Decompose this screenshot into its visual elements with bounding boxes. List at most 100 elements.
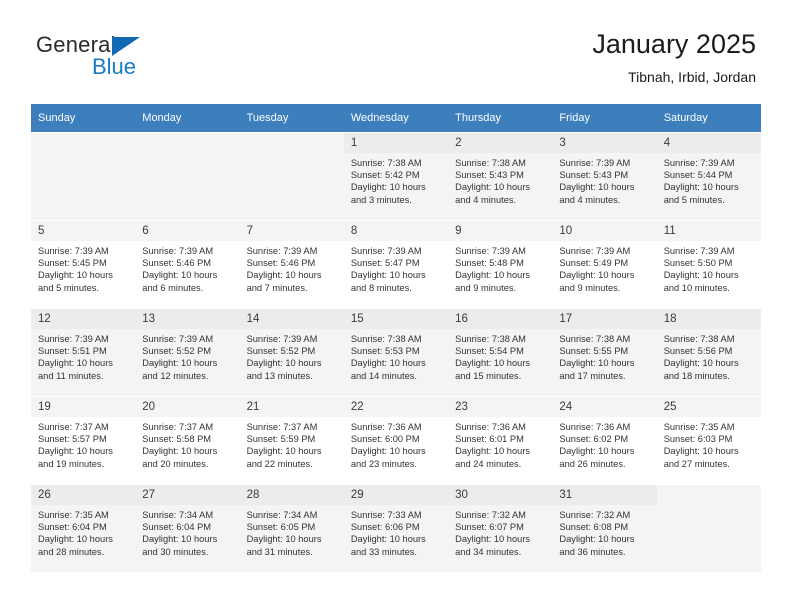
calendar-day[interactable]: 20 Sunrise: 7:37 AM Sunset: 5:58 PM Dayligh… <box>135 396 240 484</box>
day-details: Sunrise: 7:39 AM Sunset: 5:52 PM Daylight:… <box>240 331 344 382</box>
calendar-day[interactable]: 15 Sunrise: 7:38 AM Sunset: 5:53 PM Dayligh… <box>343 308 449 396</box>
calendar-day-empty <box>656 484 761 572</box>
daylight-text: Daylight: 10 hours and 5 minutes. <box>38 270 113 293</box>
day-details <box>240 155 344 157</box>
day-details: Sunrise: 7:39 AM Sunset: 5:49 PM Daylight:… <box>552 243 656 294</box>
sunset-text: Sunset: 5:46 PM <box>142 258 212 269</box>
day-number: 24 <box>552 397 657 417</box>
day-details: Sunrise: 7:37 AM Sunset: 5:57 PM Daylight:… <box>31 419 135 470</box>
calendar-day[interactable]: 9 Sunrise: 7:39 AM Sunset: 5:48 PM Daylight… <box>448 220 553 308</box>
sunset-text: Sunset: 6:00 PM <box>350 434 420 445</box>
calendar-cell: 25 Sunrise: 7:35 AM Sunset: 6:03 PM Dayligh… <box>656 396 761 484</box>
calendar-day[interactable]: 23 Sunrise: 7:36 AM Sunset: 6:01 PM Dayligh… <box>448 396 553 484</box>
day-details: Sunrise: 7:36 AM Sunset: 6:00 PM Daylight:… <box>344 419 448 470</box>
sunset-text: Sunset: 5:47 PM <box>350 258 420 269</box>
calendar-day[interactable]: 10 Sunrise: 7:39 AM Sunset: 5:49 PM Dayligh… <box>552 220 657 308</box>
calendar-day[interactable]: 27 Sunrise: 7:34 AM Sunset: 6:04 PM Dayligh… <box>135 484 240 572</box>
calendar-day[interactable]: 31 Sunrise: 7:32 AM Sunset: 6:08 PM Dayligh… <box>552 484 657 572</box>
sunset-text: Sunset: 6:03 PM <box>663 434 733 445</box>
calendar-body: 1 Sunrise: 7:38 AM Sunset: 5:42 PM Daylight… <box>31 132 761 572</box>
calendar-day[interactable]: 6 Sunrise: 7:39 AM Sunset: 5:46 PM Daylight… <box>135 220 240 308</box>
day-number: 25 <box>656 397 761 417</box>
sunrise-text: Sunrise: 7:37 AM <box>142 422 214 432</box>
calendar-cell: 16 Sunrise: 7:38 AM Sunset: 5:54 PM Dayligh… <box>448 308 553 396</box>
calendar-cell: 22 Sunrise: 7:36 AM Sunset: 6:00 PM Dayligh… <box>343 396 449 484</box>
sunrise-text: Sunrise: 7:39 AM <box>142 246 214 256</box>
sunrise-text: Sunrise: 7:32 AM <box>455 510 526 520</box>
calendar-day[interactable]: 29 Sunrise: 7:33 AM Sunset: 6:06 PM Dayligh… <box>343 484 449 572</box>
calendar-day[interactable]: 25 Sunrise: 7:35 AM Sunset: 6:03 PM Dayligh… <box>656 396 761 484</box>
calendar-week-row: 5 Sunrise: 7:39 AM Sunset: 5:45 PM Daylight… <box>31 220 761 308</box>
day-details: Sunrise: 7:39 AM Sunset: 5:48 PM Daylight:… <box>448 243 552 294</box>
calendar-day[interactable]: 18 Sunrise: 7:38 AM Sunset: 5:56 PM Dayligh… <box>656 308 761 396</box>
calendar-day[interactable]: 24 Sunrise: 7:36 AM Sunset: 6:02 PM Dayligh… <box>552 396 657 484</box>
calendar-day[interactable]: 11 Sunrise: 7:39 AM Sunset: 5:50 PM Dayligh… <box>656 220 761 308</box>
calendar-cell: 29 Sunrise: 7:33 AM Sunset: 6:06 PM Dayligh… <box>343 484 449 572</box>
calendar-cell <box>656 484 761 572</box>
sunset-text: Sunset: 6:02 PM <box>559 434 629 445</box>
day-details: Sunrise: 7:38 AM Sunset: 5:56 PM Daylight:… <box>657 331 761 382</box>
sunset-text: Sunset: 5:43 PM <box>455 170 524 181</box>
sunset-text: Sunset: 6:04 PM <box>38 522 107 533</box>
weekday-header-thursday: Thursday <box>448 104 553 132</box>
day-number <box>135 133 239 153</box>
day-details: Sunrise: 7:35 AM Sunset: 6:03 PM Daylight:… <box>657 419 761 470</box>
calendar-day[interactable]: 30 Sunrise: 7:32 AM Sunset: 6:07 PM Dayligh… <box>448 484 553 572</box>
sunset-text: Sunset: 5:48 PM <box>455 258 524 269</box>
general-blue-logo[interactable]: General Blue <box>36 34 216 86</box>
daylight-text: Daylight: 10 hours and 6 minutes. <box>142 270 218 293</box>
day-number: 26 <box>31 485 136 505</box>
calendar-day[interactable]: 21 Sunrise: 7:37 AM Sunset: 5:59 PM Dayligh… <box>239 396 344 484</box>
calendar-day[interactable]: 1 Sunrise: 7:38 AM Sunset: 5:42 PM Daylight… <box>343 132 449 220</box>
day-details: Sunrise: 7:37 AM Sunset: 5:59 PM Daylight:… <box>240 419 344 470</box>
day-number: 22 <box>343 397 449 417</box>
day-number <box>31 133 135 153</box>
day-details: Sunrise: 7:39 AM Sunset: 5:43 PM Daylight:… <box>552 155 656 206</box>
sunrise-text: Sunrise: 7:38 AM <box>663 334 735 344</box>
calendar-day[interactable]: 7 Sunrise: 7:39 AM Sunset: 5:46 PM Daylight… <box>239 220 344 308</box>
calendar-cell: 10 Sunrise: 7:39 AM Sunset: 5:49 PM Dayligh… <box>552 220 657 308</box>
calendar-grid: Sunday Monday Tuesday Wednesday Thursday… <box>31 104 761 572</box>
calendar-day[interactable]: 2 Sunrise: 7:38 AM Sunset: 5:43 PM Daylight… <box>448 132 553 220</box>
day-number: 18 <box>656 309 761 329</box>
calendar-day[interactable]: 17 Sunrise: 7:38 AM Sunset: 5:55 PM Dayligh… <box>552 308 657 396</box>
sunrise-text: Sunrise: 7:35 AM <box>38 510 109 520</box>
sunrise-text: Sunrise: 7:34 AM <box>246 510 318 520</box>
calendar-week-row: 12 Sunrise: 7:39 AM Sunset: 5:51 PM Dayligh… <box>31 308 761 396</box>
calendar-day[interactable]: 8 Sunrise: 7:39 AM Sunset: 5:47 PM Daylight… <box>343 220 449 308</box>
calendar-day[interactable]: 26 Sunrise: 7:35 AM Sunset: 6:04 PM Dayligh… <box>31 484 136 572</box>
calendar-day[interactable]: 4 Sunrise: 7:39 AM Sunset: 5:44 PM Daylight… <box>656 132 761 220</box>
weekday-header-monday: Monday <box>135 104 240 132</box>
calendar-day[interactable]: 12 Sunrise: 7:39 AM Sunset: 5:51 PM Dayligh… <box>31 308 136 396</box>
calendar-cell: 9 Sunrise: 7:39 AM Sunset: 5:48 PM Daylight… <box>448 220 553 308</box>
calendar-cell: 13 Sunrise: 7:39 AM Sunset: 5:52 PM Dayligh… <box>135 308 240 396</box>
calendar-day[interactable]: 22 Sunrise: 7:36 AM Sunset: 6:00 PM Dayligh… <box>343 396 449 484</box>
calendar-day[interactable]: 13 Sunrise: 7:39 AM Sunset: 5:52 PM Dayligh… <box>135 308 240 396</box>
sunrise-text: Sunrise: 7:38 AM <box>455 334 526 344</box>
calendar-cell: 5 Sunrise: 7:39 AM Sunset: 5:45 PM Daylight… <box>31 220 136 308</box>
calendar-day[interactable]: 5 Sunrise: 7:39 AM Sunset: 5:45 PM Daylight… <box>31 220 136 308</box>
sunset-text: Sunset: 6:06 PM <box>350 522 420 533</box>
day-details: Sunrise: 7:34 AM Sunset: 6:05 PM Daylight:… <box>240 507 344 558</box>
daylight-text: Daylight: 10 hours and 26 minutes. <box>559 446 635 469</box>
calendar-day[interactable]: 16 Sunrise: 7:38 AM Sunset: 5:54 PM Dayligh… <box>448 308 553 396</box>
calendar-day[interactable]: 19 Sunrise: 7:37 AM Sunset: 5:57 PM Dayligh… <box>31 396 136 484</box>
calendar-cell: 12 Sunrise: 7:39 AM Sunset: 5:51 PM Dayligh… <box>31 308 136 396</box>
day-number: 14 <box>239 309 344 329</box>
day-number: 4 <box>656 133 761 153</box>
sunrise-text: Sunrise: 7:39 AM <box>246 246 318 256</box>
day-details: Sunrise: 7:35 AM Sunset: 6:04 PM Daylight:… <box>31 507 135 558</box>
day-number: 31 <box>552 485 657 505</box>
weekday-header-friday: Friday <box>552 104 657 132</box>
calendar-day[interactable]: 3 Sunrise: 7:39 AM Sunset: 5:43 PM Daylight… <box>552 132 657 220</box>
day-details: Sunrise: 7:38 AM Sunset: 5:55 PM Daylight:… <box>552 331 656 382</box>
weekday-header-saturday: Saturday <box>656 104 761 132</box>
calendar-day[interactable]: 14 Sunrise: 7:39 AM Sunset: 5:52 PM Dayligh… <box>239 308 344 396</box>
calendar-day-empty <box>135 132 240 220</box>
calendar-day[interactable]: 28 Sunrise: 7:34 AM Sunset: 6:05 PM Dayligh… <box>239 484 344 572</box>
sunrise-text: Sunrise: 7:39 AM <box>663 246 735 256</box>
daylight-text: Daylight: 10 hours and 17 minutes. <box>559 358 635 381</box>
day-number: 30 <box>448 485 553 505</box>
sunset-text: Sunset: 5:45 PM <box>38 258 107 269</box>
calendar-cell: 15 Sunrise: 7:38 AM Sunset: 5:53 PM Dayligh… <box>343 308 449 396</box>
